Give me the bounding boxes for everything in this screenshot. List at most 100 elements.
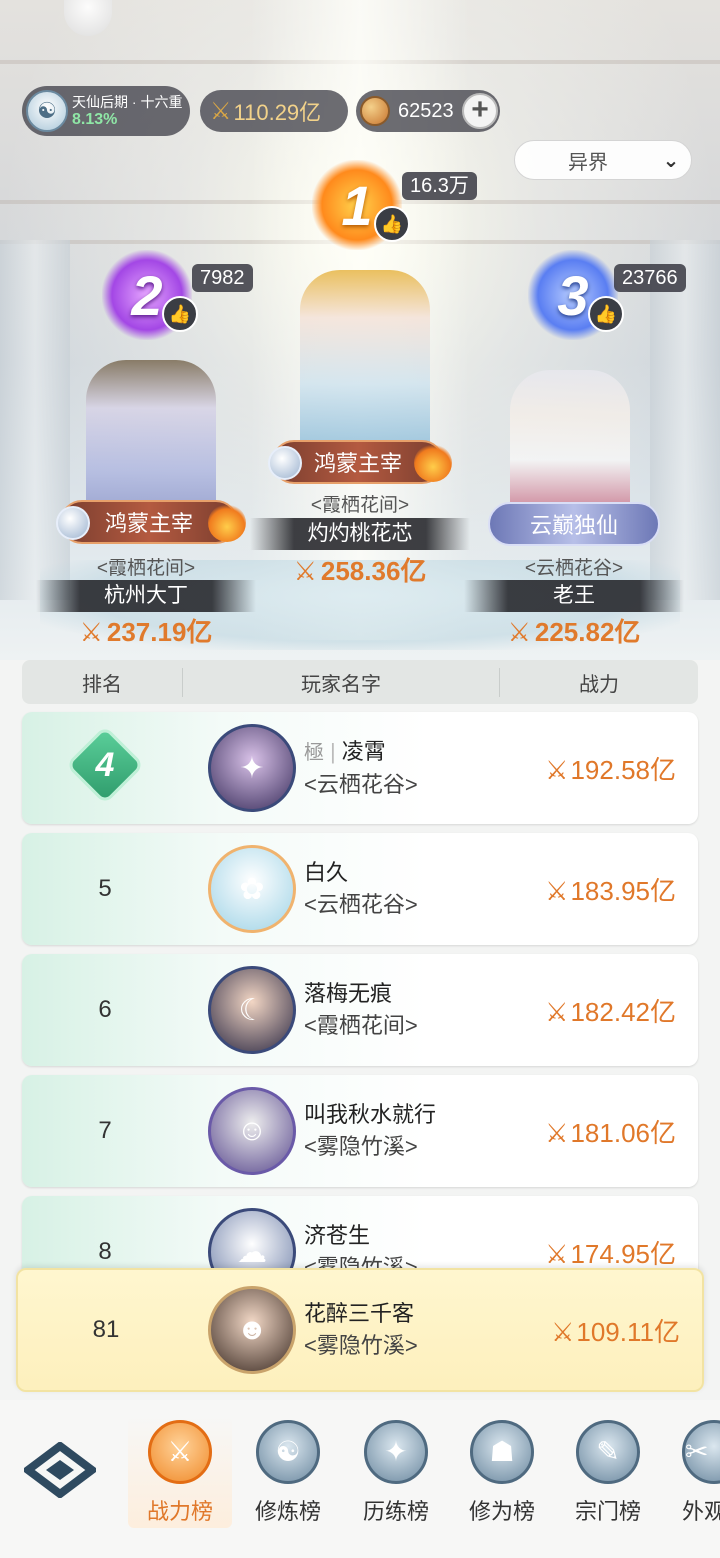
rank-3-title: 云巅独仙 (529, 513, 618, 538)
row-rank: 6 (98, 996, 112, 1023)
add-currency-button[interactable]: + (462, 93, 498, 129)
rank-2-title: 鸿蒙主宰 (104, 511, 193, 536)
thumbs-up-icon[interactable]: 👍 (588, 296, 624, 332)
star-orbit-icon: ✦ (364, 1420, 428, 1484)
tab-cultivation-ranking[interactable]: ☯ 修炼榜 (236, 1416, 340, 1528)
orb-icon (56, 506, 90, 540)
avatar[interactable]: ☾ (208, 966, 296, 1054)
table-row[interactable]: 5 ✿ 白久 <云栖花谷> ⚔183.95亿 (22, 833, 698, 945)
avatar[interactable]: ☻ (208, 1286, 296, 1374)
player-power-value: 110.29亿 (233, 100, 322, 125)
tab-training-ranking[interactable]: ✦ 历练榜 (344, 1416, 448, 1528)
row-power: ⚔183.95亿 (530, 871, 698, 908)
tab-power-ranking[interactable]: ⚔ 战力榜 (128, 1416, 232, 1528)
flame-icon (208, 504, 246, 542)
row-rank: 8 (98, 1238, 112, 1265)
orb-icon (268, 446, 302, 480)
row-rank: 5 (98, 875, 112, 902)
like-count: 16.3万 (402, 172, 477, 200)
flame-icon (414, 444, 452, 482)
player-guild: <雾隐竹溪> (304, 1333, 418, 1358)
row-power: ⚔192.58亿 (530, 750, 698, 787)
rank-2-character[interactable] (86, 360, 216, 520)
crossed-swords-icon: ⚔ (507, 617, 531, 647)
tab-label: 历练榜 (362, 1499, 429, 1524)
row-power: ⚔174.95亿 (530, 1234, 698, 1271)
coin-value: 62523 (398, 99, 454, 122)
coin-icon (360, 96, 390, 126)
rank-2-power: ⚔ 237.19亿 (46, 612, 246, 649)
tab-sect-ranking[interactable]: ✎ 宗门榜 (556, 1416, 660, 1528)
tab-label: 修炼榜 (254, 1499, 321, 1524)
rank-3-character[interactable] (510, 370, 630, 520)
rank-1-character[interactable] (300, 270, 430, 460)
row-rank: 4 (22, 724, 188, 805)
separator: | (330, 738, 336, 764)
rank-diamond-icon: 4 (65, 724, 145, 805)
player-name: 花醉三千客 (304, 1301, 415, 1326)
power-value: 183.95亿 (570, 875, 676, 906)
my-rank-row[interactable]: 81 ☻ 花醉三千客 <雾隐竹溪> ⚔109.11亿 (16, 1268, 704, 1392)
avatar[interactable]: ✦ (208, 724, 296, 812)
rank-1-guild: <霞栖花间> (310, 495, 410, 516)
realm-status[interactable]: ☯ 天仙后期 · 十六重 8.13% (22, 86, 190, 136)
outfit-icon: ✂ (682, 1420, 720, 1484)
thumbs-up-icon[interactable]: 👍 (162, 296, 198, 332)
ranking-table-header: 排名 玩家名字 战力 (22, 660, 698, 704)
power-value: 192.58亿 (570, 754, 676, 785)
rank-3-name[interactable]: 老王 (464, 580, 684, 612)
server-dropdown[interactable]: 异界 ⌄ (514, 140, 692, 180)
player-guild: <云栖花谷> (304, 892, 418, 917)
rank-3-title-banner: 云巅独仙 (488, 502, 660, 546)
row-power: ⚔181.06亿 (530, 1113, 698, 1150)
avatar[interactable]: ✿ (208, 845, 296, 933)
cultivator-avatar-icon: ☯ (26, 90, 68, 132)
power-value: 174.95亿 (570, 1238, 676, 1269)
realm-name: 天仙后期 · 十六重 (72, 94, 183, 110)
rank-3-power-value: 225.82亿 (534, 617, 641, 647)
rank-2-name[interactable]: 杭州大丁 (36, 580, 256, 612)
crossed-swords-icon: ⚔ (545, 1238, 569, 1269)
rank-2-guild: <霞栖花间> (96, 558, 196, 579)
tab-appearance-ranking[interactable]: ✂ 外观 (662, 1416, 720, 1528)
currency-box: 62523 + (356, 90, 500, 132)
lantern-orb (64, 0, 112, 36)
pillar (650, 240, 720, 600)
header-power: 战力 (579, 673, 619, 696)
rank-1-title-banner: 鸿蒙主宰 (268, 440, 452, 484)
vip-badge: 極 (304, 741, 324, 764)
player-name: 济苍生 (304, 1223, 371, 1248)
rank-3-guild: <云栖花谷> (524, 558, 624, 579)
row-rank: 7 (98, 1117, 112, 1144)
tab-label: 宗门榜 (574, 1499, 641, 1524)
player-guild: <霞栖花间> (304, 1013, 418, 1038)
power-value: 182.42亿 (570, 996, 676, 1027)
rank-3-power: ⚔ 225.82亿 (474, 612, 674, 649)
crossed-swords-icon: ⚔ (148, 1420, 212, 1484)
row-power: ⚔182.42亿 (530, 992, 698, 1029)
thumbs-up-icon[interactable]: 👍 (374, 206, 410, 242)
player-name: 叫我秋水就行 (304, 1102, 437, 1127)
yin-yang-icon: ☯ (256, 1420, 320, 1484)
rank-2-power-value: 237.19亿 (106, 617, 213, 647)
crossed-swords-icon: ⚔ (545, 1117, 569, 1148)
crossed-swords-icon: ⚔ (545, 754, 569, 785)
table-row[interactable]: 4 ✦ 極 | 凌霄 <云栖花谷> ⚔192.58亿 (22, 712, 698, 824)
avatar[interactable]: ☺ (208, 1087, 296, 1175)
player-guild: <雾隐竹溪> (304, 1134, 418, 1159)
header-player-name: 玩家名字 (182, 667, 500, 697)
row-power: ⚔109.11亿 (530, 1312, 702, 1349)
rank-1-name[interactable]: 灼灼桃花芯 (250, 518, 470, 550)
table-row[interactable]: 6 ☾ 落梅无痕 <霞栖花间> ⚔182.42亿 (22, 954, 698, 1066)
table-row[interactable]: 7 ☺ 叫我秋水就行 <雾隐竹溪> ⚔181.06亿 (22, 1075, 698, 1187)
crossed-swords-icon: ⚔ (79, 617, 103, 647)
crossed-swords-icon: ⚔ (210, 97, 232, 125)
pillar (0, 240, 70, 600)
header-rank: 排名 (82, 673, 122, 696)
like-count: 7982 (192, 264, 253, 292)
server-dropdown-label: 异界 (568, 151, 608, 174)
like-count: 23766 (614, 264, 686, 292)
player-name: 白久 (304, 860, 349, 885)
tab-level-ranking[interactable]: ☗ 修为榜 (450, 1416, 554, 1528)
menu-logo-icon[interactable] (24, 1442, 96, 1498)
